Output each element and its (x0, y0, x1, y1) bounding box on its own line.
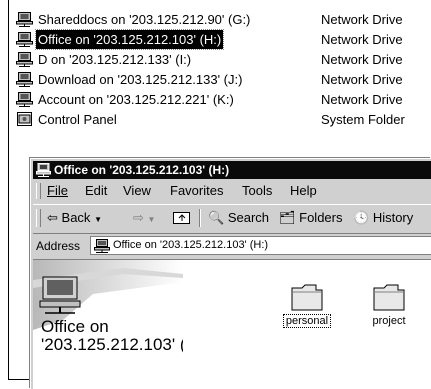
folder-project[interactable]: project (359, 282, 419, 327)
menu-help-label: Help (290, 183, 317, 198)
drive-row[interactable]: Download on '203.125.212.133' (J:) Networ… (16, 70, 431, 89)
folder-view: Office on '203.125.212.103' (H:) persona… (33, 259, 431, 389)
drive-type: Network Drive (321, 72, 403, 87)
network-drive-icon (16, 32, 33, 47)
toolbar-separator (199, 209, 201, 227)
history-label: History (372, 210, 414, 225)
menu-file-label: File (47, 183, 68, 198)
network-drive-icon (16, 92, 33, 107)
address-bar: Address Office on '203.125.212.103' (H:) (33, 233, 431, 258)
network-drive-icon (36, 163, 51, 177)
drive-row[interactable]: D on '203.125.212.133' (I:) Network Drive (16, 50, 431, 69)
history-button[interactable]: 🕓 History (353, 205, 413, 231)
drive-type: System Folder (321, 112, 405, 127)
web-view-banner: Office on '203.125.212.103' (H:) (33, 260, 183, 389)
menu-favorites[interactable]: Favorites (170, 181, 223, 201)
dropdown-arrow-icon: ▼ (94, 215, 102, 224)
folders-icon: 🗂 (279, 210, 296, 225)
drive-row[interactable]: Shareddocs on '203.125.212.90' (G:) Netwo… (16, 10, 431, 29)
menu-file[interactable]: File (47, 181, 68, 201)
drive-row[interactable]: Account on '203.125.212.221' (K:) Network… (16, 90, 431, 109)
network-drive-icon (16, 12, 33, 27)
folder-title-line-1: Office on (41, 317, 109, 336)
history-icon: 🕓 (353, 210, 370, 225)
folder-label: personal (282, 314, 332, 328)
back-button[interactable]: ⇦ Back ▼ (47, 205, 102, 231)
address-label: Address (36, 239, 81, 253)
forward-button[interactable]: ⇨ ▼ (133, 205, 155, 231)
drive-name: Shareddocs on '203.125.212.90' (G:) (38, 12, 251, 27)
forward-arrow-icon: ⇨ (133, 210, 144, 225)
address-value: Office on '203.125.212.103' (H:) (113, 239, 269, 251)
drive-name: Account on '203.125.212.221' (K:) (38, 92, 234, 107)
control-panel-icon (17, 112, 32, 126)
folders-label: Folders (299, 210, 343, 225)
drive-type: Network Drive (321, 32, 403, 47)
drive-name: Download on '203.125.212.133' (J:) (38, 72, 243, 87)
menu-bar: File Edit View Favorites Tools Help (33, 181, 431, 201)
drive-type: Network Drive (321, 52, 403, 67)
network-drive-icon (16, 52, 33, 67)
explorer-window: Office on '203.125.212.103' (H:) File Ed… (30, 158, 431, 389)
menubar-grip[interactable] (36, 183, 41, 199)
menu-view-label: View (123, 183, 151, 198)
menu-edit-label: Edit (85, 183, 108, 198)
folders-button[interactable]: 🗂 Folders (279, 205, 343, 231)
folder-icon (291, 284, 323, 311)
menu-help[interactable]: Help (290, 181, 317, 201)
folder-icon (373, 284, 405, 311)
menu-tools[interactable]: Tools (242, 181, 272, 201)
network-drive-large-icon (39, 276, 81, 314)
drive-type: Network Drive (321, 92, 403, 107)
network-drive-icon (94, 239, 110, 253)
drive-type: Network Drive (321, 12, 403, 27)
menu-edit[interactable]: Edit (85, 181, 107, 201)
menu-tools-label: Tools (242, 183, 273, 198)
back-arrow-icon: ⇦ (47, 210, 58, 225)
network-drive-icon (16, 72, 33, 87)
title-bar[interactable]: Office on '203.125.212.103' (H:) (33, 161, 431, 179)
standard-toolbar: ⇦ Back ▼ ⇨ ▼ 🔍 Search 🗂 Folders 🕓 Histor… (33, 204, 431, 231)
search-icon: 🔍 (208, 210, 225, 225)
up-folder-button[interactable] (173, 205, 191, 231)
drive-name: Control Panel (38, 112, 117, 127)
menu-view[interactable]: View (123, 181, 151, 201)
dropdown-arrow-icon: ▼ (147, 215, 156, 224)
up-folder-icon (173, 212, 190, 224)
folder-title-line-2: '203.125.212.103' (H:) (41, 335, 183, 354)
menu-favorites-label: Favorites (170, 183, 224, 198)
search-button[interactable]: 🔍 Search (208, 205, 269, 231)
folder-title: Office on '203.125.212.103' (H:) (41, 318, 183, 354)
toolbar-grip[interactable] (36, 209, 41, 227)
search-label: Search (227, 210, 270, 225)
drive-row[interactable]: Office on '203.125.212.103' (H:) Network … (16, 29, 431, 50)
drive-row[interactable]: Control Panel System Folder (16, 110, 431, 129)
drive-name: Office on '203.125.212.103' (H:) (34, 29, 225, 50)
drive-name: D on '203.125.212.133' (I:) (38, 52, 192, 67)
address-input[interactable]: Office on '203.125.212.103' (H:) (90, 236, 431, 255)
folder-label: project (372, 315, 406, 327)
folder-personal[interactable]: personal (277, 282, 337, 328)
window-title: Office on '203.125.212.103' (H:) (54, 163, 230, 177)
back-label: Back (61, 210, 91, 225)
